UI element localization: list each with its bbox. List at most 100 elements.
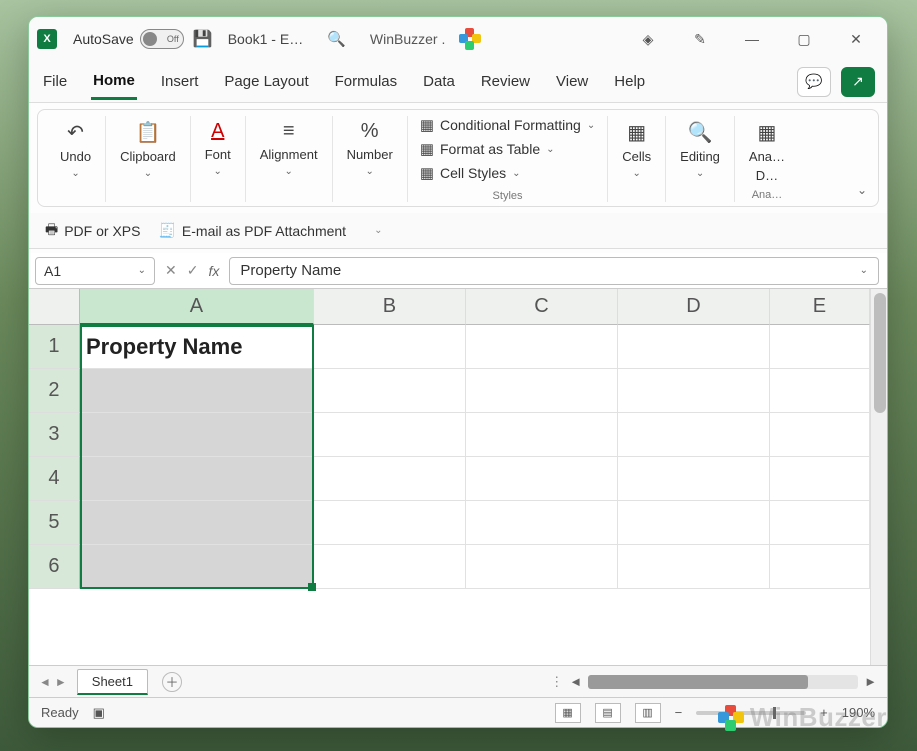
select-all-corner[interactable] bbox=[29, 289, 80, 325]
tab-view[interactable]: View bbox=[554, 65, 590, 98]
number-button[interactable]: %Number⌄ bbox=[345, 116, 395, 181]
enter-icon[interactable]: ✓ bbox=[187, 262, 199, 279]
cell-d6[interactable] bbox=[618, 545, 770, 589]
share-button[interactable]: ↗ bbox=[841, 67, 875, 97]
sheet-nav-arrows[interactable]: ◄► bbox=[29, 675, 77, 689]
cell-e4[interactable] bbox=[770, 457, 870, 501]
cell-c1[interactable] bbox=[466, 325, 618, 369]
close-button[interactable]: ✕ bbox=[833, 21, 879, 57]
zoom-level[interactable]: 190% bbox=[842, 705, 875, 720]
page-layout-view-button[interactable]: ▤ bbox=[595, 703, 621, 723]
zoom-slider[interactable] bbox=[696, 711, 806, 715]
tab-formulas[interactable]: Formulas bbox=[333, 65, 400, 98]
cell-d2[interactable] bbox=[618, 369, 770, 413]
row-header-4[interactable]: 4 bbox=[29, 457, 80, 501]
search-icon[interactable]: 🔍 bbox=[327, 30, 346, 48]
chevron-down-icon: ⌄ bbox=[633, 168, 641, 179]
font-button[interactable]: AFont⌄ bbox=[203, 116, 233, 181]
cell-styles-button[interactable]: ▦Cell Styles⌄ bbox=[420, 164, 595, 182]
comments-button[interactable]: 💬 bbox=[797, 67, 831, 97]
cell-a5[interactable] bbox=[80, 501, 314, 545]
paste-button[interactable]: 📋Clipboard⌄ bbox=[118, 116, 178, 183]
email-pdf-button[interactable]: 🧾E-mail as PDF Attachment bbox=[158, 222, 346, 239]
add-sheet-button[interactable]: ＋ bbox=[162, 672, 182, 692]
restore-button[interactable]: ▢ bbox=[781, 21, 827, 57]
macro-record-icon[interactable]: ▣ bbox=[93, 705, 105, 721]
premium-icon[interactable]: ◈ bbox=[625, 21, 671, 57]
tab-file[interactable]: File bbox=[41, 65, 69, 98]
tab-review[interactable]: Review bbox=[479, 65, 532, 98]
tab-page-layout[interactable]: Page Layout bbox=[222, 65, 310, 98]
cells-button[interactable]: ▦Cells⌄ bbox=[620, 116, 653, 183]
scroll-right-icon[interactable]: ► bbox=[864, 674, 877, 689]
formula-input[interactable]: Property Name⌄ bbox=[229, 257, 879, 285]
chevron-down-icon[interactable]: ⌄ bbox=[374, 225, 382, 236]
format-as-table-button[interactable]: ▦Format as Table⌄ bbox=[420, 140, 595, 158]
cancel-icon[interactable]: ✕ bbox=[165, 262, 177, 279]
cell-d4[interactable] bbox=[618, 457, 770, 501]
col-header-e[interactable]: E bbox=[770, 289, 870, 325]
col-header-d[interactable]: D bbox=[618, 289, 770, 325]
page-break-view-button[interactable]: ▥ bbox=[635, 703, 661, 723]
sheet-tab-sheet1[interactable]: Sheet1 bbox=[77, 669, 148, 695]
tab-data[interactable]: Data bbox=[421, 65, 457, 98]
horizontal-scroll-thumb[interactable] bbox=[588, 675, 808, 689]
editing-button[interactable]: 🔍Editing⌄ bbox=[678, 116, 722, 183]
cell-b6[interactable] bbox=[314, 545, 466, 589]
zoom-in-button[interactable]: + bbox=[820, 705, 828, 720]
fx-label[interactable]: fx bbox=[208, 263, 219, 279]
cell-c3[interactable] bbox=[466, 413, 618, 457]
cell-c2[interactable] bbox=[466, 369, 618, 413]
cell-a4[interactable] bbox=[80, 457, 314, 501]
cell-b5[interactable] bbox=[314, 501, 466, 545]
cell-a1[interactable]: Property Name bbox=[80, 325, 314, 369]
cell-e2[interactable] bbox=[770, 369, 870, 413]
cell-c5[interactable] bbox=[466, 501, 618, 545]
cell-e5[interactable] bbox=[770, 501, 870, 545]
autosave-toggle[interactable]: Off bbox=[140, 29, 184, 49]
row-header-6[interactable]: 6 bbox=[29, 545, 80, 589]
autosave-group: AutoSave Off bbox=[73, 29, 184, 49]
designer-icon[interactable]: ✎ bbox=[677, 21, 723, 57]
tab-home[interactable]: Home bbox=[91, 64, 137, 100]
cell-e1[interactable] bbox=[770, 325, 870, 369]
zoom-out-button[interactable]: − bbox=[675, 705, 683, 720]
cell-a2[interactable] bbox=[80, 369, 314, 413]
cell-b2[interactable] bbox=[314, 369, 466, 413]
col-header-a[interactable]: A bbox=[80, 289, 314, 325]
cell-c4[interactable] bbox=[466, 457, 618, 501]
vertical-scrollbar[interactable] bbox=[870, 289, 887, 665]
cell-b1[interactable] bbox=[314, 325, 466, 369]
cell-d1[interactable] bbox=[618, 325, 770, 369]
analyze-button[interactable]: ▦Ana…D… bbox=[747, 116, 787, 187]
pdf-or-xps-button[interactable]: 🖶PDF or XPS bbox=[45, 219, 140, 243]
cell-b3[interactable] bbox=[314, 413, 466, 457]
undo-button[interactable]: ↶Undo⌄ bbox=[58, 116, 93, 183]
row-header-2[interactable]: 2 bbox=[29, 369, 80, 413]
row-header-1[interactable]: 1 bbox=[29, 325, 80, 369]
cell-e3[interactable] bbox=[770, 413, 870, 457]
alignment-button[interactable]: ≡Alignment⌄ bbox=[258, 116, 320, 181]
row-header-3[interactable]: 3 bbox=[29, 413, 80, 457]
cell-c6[interactable] bbox=[466, 545, 618, 589]
save-icon[interactable]: 💾 bbox=[190, 26, 216, 52]
cell-d3[interactable] bbox=[618, 413, 770, 457]
col-header-b[interactable]: B bbox=[314, 289, 466, 325]
scroll-left-icon[interactable]: ◄ bbox=[569, 674, 582, 689]
cell-b4[interactable] bbox=[314, 457, 466, 501]
ribbon-collapse-button[interactable]: ⌄ bbox=[850, 178, 874, 202]
tab-help[interactable]: Help bbox=[612, 65, 647, 98]
horizontal-scrollbar[interactable] bbox=[588, 675, 858, 689]
name-box[interactable]: A1⌄ bbox=[35, 257, 155, 285]
conditional-formatting-button[interactable]: ▦Conditional Formatting⌄ bbox=[420, 116, 595, 134]
cell-e6[interactable] bbox=[770, 545, 870, 589]
cell-a3[interactable] bbox=[80, 413, 314, 457]
tab-insert[interactable]: Insert bbox=[159, 65, 201, 98]
cell-a6[interactable] bbox=[80, 545, 314, 589]
cell-d5[interactable] bbox=[618, 501, 770, 545]
normal-view-button[interactable]: ▦ bbox=[555, 703, 581, 723]
col-header-c[interactable]: C bbox=[466, 289, 618, 325]
vertical-scroll-thumb[interactable] bbox=[874, 293, 886, 413]
row-header-5[interactable]: 5 bbox=[29, 501, 80, 545]
minimize-button[interactable]: — bbox=[729, 21, 775, 57]
